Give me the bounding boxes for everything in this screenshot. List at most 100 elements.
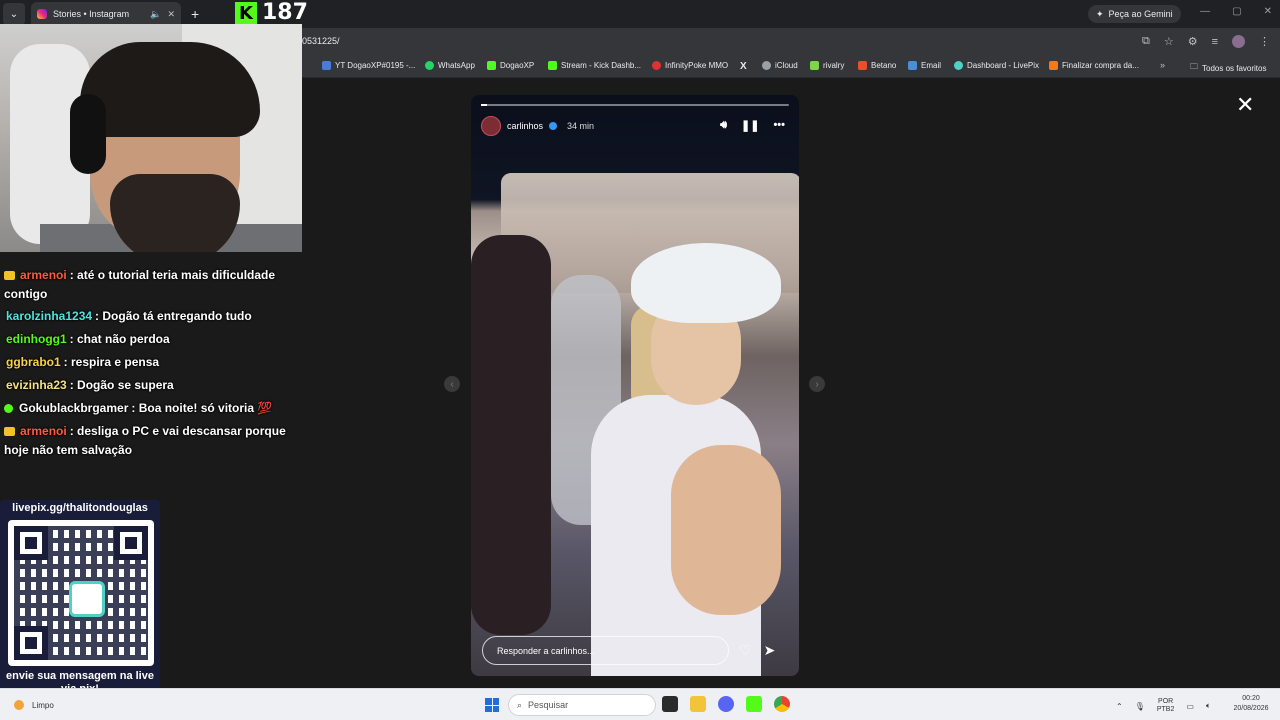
headphones xyxy=(70,94,106,174)
microphone-icon[interactable]: 🎙︎ xyxy=(1135,702,1145,711)
menu-dots-icon[interactable]: ⋮ xyxy=(1259,35,1270,48)
speaker-icon[interactable]: 🔈 xyxy=(150,9,161,20)
livepix-url: livepix.gg/thalitondouglas xyxy=(12,502,148,514)
kick-logo-icon: K xyxy=(235,2,257,24)
chat-message: edinhogg1: chat não perdoa xyxy=(6,332,170,346)
story-progress-fill xyxy=(481,104,488,106)
story-controls: 🔊︎ ❚❚ ••• xyxy=(720,119,785,132)
bookmark-item[interactable]: rivalry xyxy=(810,61,844,70)
rivalry-icon xyxy=(810,61,819,70)
bookmark-item[interactable]: Dashboard - LivePix xyxy=(954,61,1039,70)
bookmark-star-icon[interactable]: ☆ xyxy=(1164,35,1174,48)
windows-taskbar: Limpo ⌕ Pesquisar ⌃ 🎙︎ POR PTB2 ▭ 🔈︎ 00:… xyxy=(0,688,1280,720)
profile-avatar[interactable] xyxy=(1232,35,1245,48)
story-card[interactable]: carlinhos 34 min 🔊︎ ❚❚ ••• Responder a c… xyxy=(471,95,799,676)
cast-icon[interactable]: ⧉ xyxy=(1142,35,1150,48)
volume-icon[interactable]: 🔈︎ xyxy=(1206,701,1211,711)
cowboy-hat xyxy=(631,243,781,323)
qr-finder xyxy=(114,526,148,560)
bookmark-item[interactable]: WhatsApp xyxy=(425,61,475,70)
maximize-icon[interactable]: ▢ xyxy=(1232,6,1241,17)
webcam-feed xyxy=(0,24,302,252)
story-time: 34 min xyxy=(567,121,595,131)
livepix-icon xyxy=(954,61,963,70)
bookmark-item[interactable]: Finalizar compra da... xyxy=(1049,61,1139,70)
crown-badge-icon xyxy=(4,271,15,280)
pokeball-icon xyxy=(652,61,661,70)
bookmark-item[interactable]: DogaoXP xyxy=(487,61,534,70)
email-icon xyxy=(908,61,917,70)
volume-icon[interactable]: 🔊︎ xyxy=(720,119,727,132)
bookmark-item[interactable]: Stream - Kick Dashb... xyxy=(548,61,641,70)
all-bookmarks-button[interactable]: 🗀 Todos os favoritos xyxy=(1190,61,1266,75)
whatsapp-icon xyxy=(425,61,434,70)
discord-icon[interactable] xyxy=(718,696,734,712)
next-story-icon[interactable]: › xyxy=(809,376,825,392)
media-control-icon[interactable]: ≡ xyxy=(1212,36,1218,48)
reply-input[interactable]: Responder a carlinhos... xyxy=(482,636,729,665)
chat-message: armenoi: desliga o PC e vai descansar po… xyxy=(4,424,286,457)
bookmark-item[interactable]: YT DogaoXP#0195 -... xyxy=(322,61,415,70)
tab-title: Stories • Instagram xyxy=(53,9,130,19)
chrome-icon[interactable] xyxy=(774,696,790,712)
folder-icon: 🗀 xyxy=(1190,62,1198,71)
streamer-hair xyxy=(80,42,260,137)
extensions-icon[interactable]: ⚙ xyxy=(1188,35,1198,48)
chat-message: Gokublackbrgamer: Boa noite! só vitoria … xyxy=(4,399,294,418)
system-tray: ⌃ 🎙︎ POR PTB2 ▭ 🔈︎ xyxy=(1116,698,1211,714)
taskbar-clock[interactable]: 00:20 20/08/2026 xyxy=(1228,694,1274,714)
pause-icon[interactable]: ❚❚ xyxy=(741,119,759,132)
chat-message: armenoi: até o tutorial teria mais dific… xyxy=(4,268,276,301)
taskbar-apps xyxy=(662,696,790,712)
kick-icon xyxy=(487,61,496,70)
ask-gemini-button[interactable]: ✦ Peça ao Gemini xyxy=(1088,5,1181,23)
tray-chevron-icon[interactable]: ⌃ xyxy=(1116,702,1123,711)
file-explorer-icon[interactable] xyxy=(690,696,706,712)
icloud-icon xyxy=(762,61,771,70)
tab-close-icon[interactable]: ✕ xyxy=(167,9,175,20)
minimize-icon[interactable]: — xyxy=(1200,6,1210,17)
close-story-icon[interactable]: ✕ xyxy=(1236,94,1254,116)
kick-app-icon[interactable] xyxy=(746,696,762,712)
network-icon[interactable]: ▭ xyxy=(1186,702,1194,711)
bookmark-item[interactable]: Betano xyxy=(858,61,896,70)
viewer-count: 187 xyxy=(262,0,308,25)
tab-instagram-stories[interactable]: Stories • Instagram 🔈 ✕ xyxy=(31,2,181,26)
qr-finder xyxy=(14,626,48,660)
verified-badge-icon xyxy=(549,122,558,130)
heart-icon[interactable]: ♡ xyxy=(739,642,752,659)
taskbar-search[interactable]: ⌕ Pesquisar xyxy=(508,694,656,716)
send-icon[interactable]: ➤ xyxy=(764,642,776,659)
shop-icon xyxy=(1049,61,1058,70)
chat-message: evizinha23: Dogão se supera xyxy=(6,378,174,392)
task-view-icon[interactable] xyxy=(662,696,678,712)
story-header[interactable]: carlinhos 34 min xyxy=(481,116,594,136)
window-close-icon[interactable]: ✕ xyxy=(1264,6,1272,17)
weather-widget[interactable]: Limpo xyxy=(14,700,54,710)
sun-icon xyxy=(14,700,24,710)
bookmark-item[interactable]: iCloud xyxy=(762,61,798,70)
bookmark-item[interactable]: Email xyxy=(908,61,941,70)
story-avatar[interactable] xyxy=(481,116,501,136)
gemini-sparkle-icon: ✦ xyxy=(1096,8,1104,19)
bookmark-item[interactable]: InfinityPoke MMO xyxy=(652,61,728,70)
story-actions: ♡ ➤ xyxy=(739,642,775,659)
streamer-beard xyxy=(110,174,240,252)
crown-badge-icon xyxy=(4,427,15,436)
verified-badge-icon xyxy=(4,404,13,413)
previous-story-icon[interactable]: ‹ xyxy=(444,376,460,392)
tab-search-chevron-icon[interactable]: ⌄ xyxy=(3,3,25,25)
gemini-label: Peça ao Gemini xyxy=(1108,9,1173,19)
story-progress-bar xyxy=(481,104,789,106)
bookmarks-more-icon[interactable]: » xyxy=(1160,60,1165,70)
livepix-logo-icon xyxy=(69,581,105,617)
more-options-icon[interactable]: ••• xyxy=(773,119,785,132)
url-text[interactable]: 0531225/ xyxy=(302,36,340,46)
new-tab-button[interactable]: + xyxy=(191,6,199,22)
story-username[interactable]: carlinhos xyxy=(507,121,543,131)
windows-start-icon[interactable] xyxy=(485,698,499,712)
toolbar-icons: ⧉ ☆ ⚙ ≡ ⋮ xyxy=(1142,35,1270,48)
bookmark-item[interactable]: X xyxy=(740,61,747,72)
language-indicator[interactable]: POR PTB2 xyxy=(1157,698,1175,714)
screen: ⌄ Stories • Instagram 🔈 ✕ + ✦ Peça ao Ge… xyxy=(0,0,1280,720)
